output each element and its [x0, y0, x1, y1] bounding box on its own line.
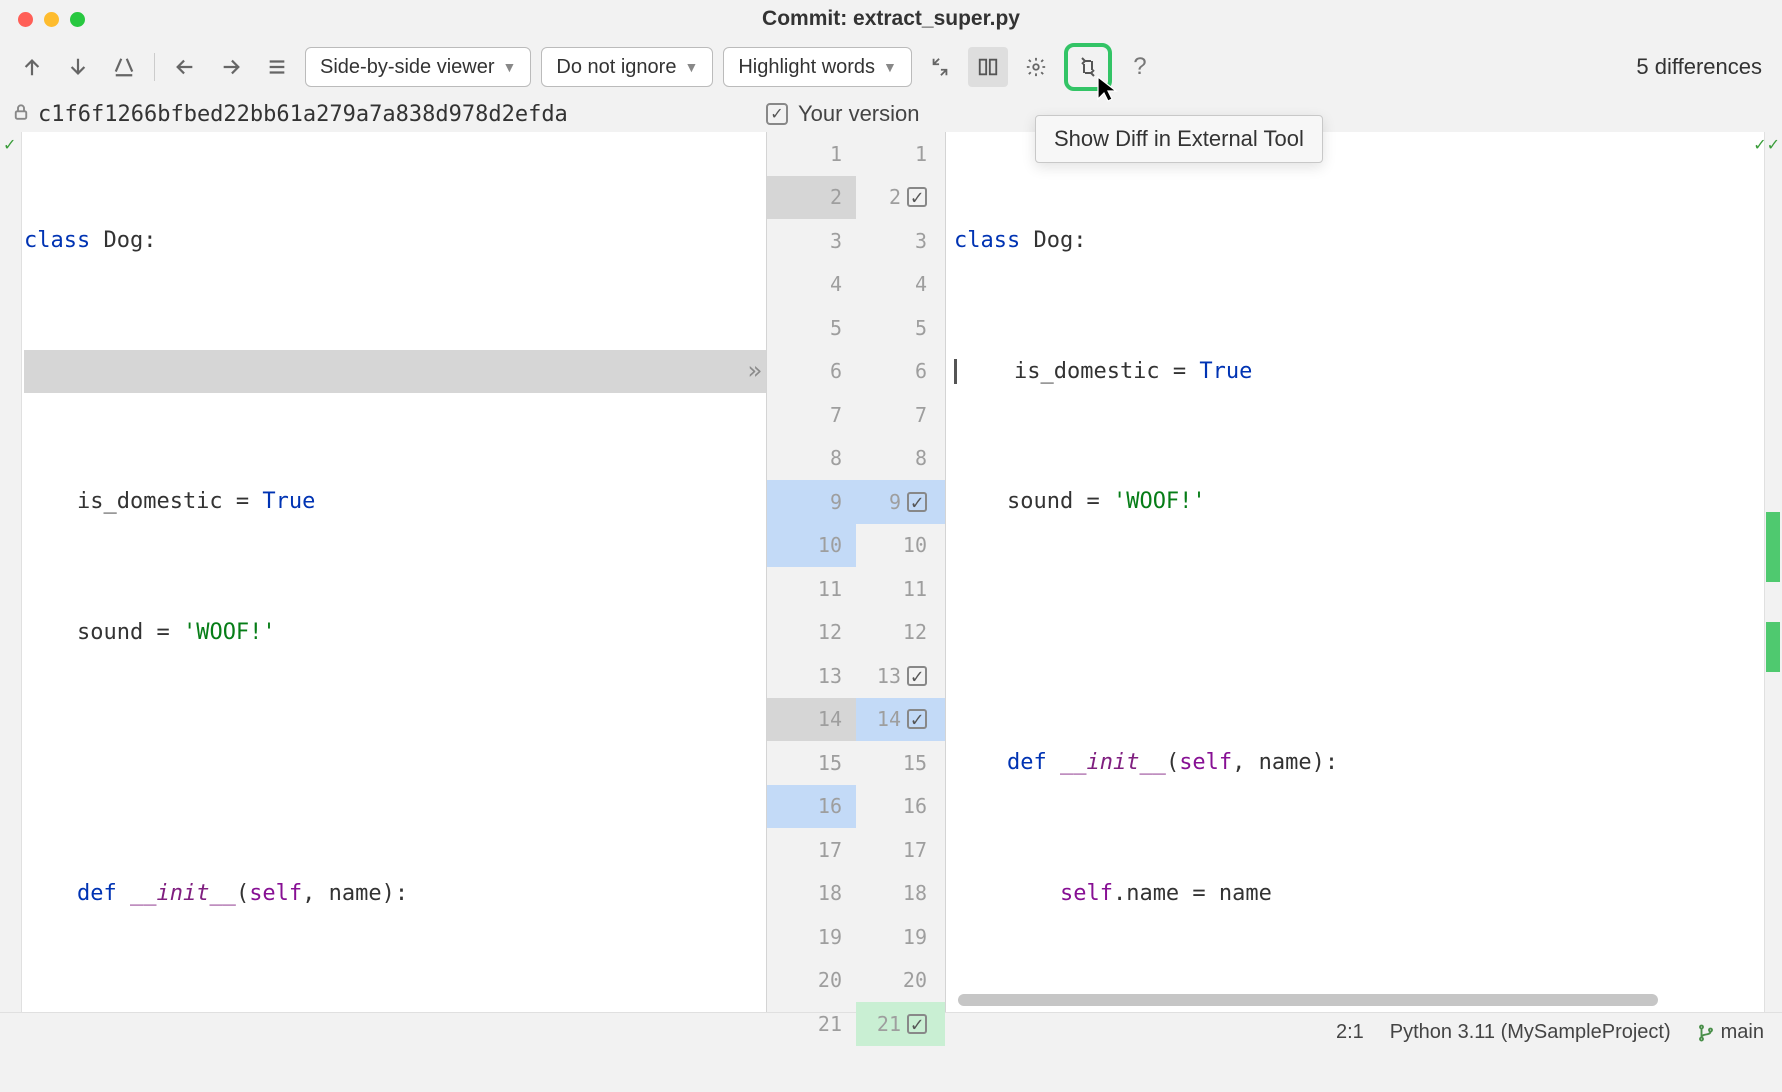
right-gutter[interactable]: 1 2✓ 3 4 5 6 7 8 9✓ 10 11 12 13✓ 14✓ 15 … [856, 132, 945, 1012]
left-gutter[interactable]: 1 2 3 4 5 6 7 8 9 10 11 12 13 14 15 16 1… [767, 132, 856, 1012]
compare-previous-file-button[interactable] [167, 49, 203, 85]
line-include-checkbox[interactable]: ✓ [907, 1014, 927, 1034]
caret-position[interactable]: 2:1 [1336, 1021, 1364, 1044]
commit-hash: c1f6f1266bfbed22bb61a279a7a838d978d2efda [38, 102, 568, 127]
settings-button[interactable] [1018, 49, 1054, 85]
external-diff-tool-button[interactable] [1064, 43, 1112, 91]
close-window-button[interactable] [18, 12, 33, 27]
highlight-label: Highlight words [738, 56, 875, 79]
lock-icon [12, 102, 30, 127]
sync-scroll-button[interactable] [968, 47, 1008, 87]
tooltip-external-diff: Show Diff in External Tool [1035, 115, 1323, 163]
highlight-mode-select[interactable]: Highlight words ▼ [723, 47, 912, 87]
include-file-checkbox[interactable]: ✓ [766, 103, 788, 125]
jump-to-source-button[interactable] [106, 49, 142, 85]
window-title: Commit: extract_super.py [0, 7, 1782, 31]
compare-next-file-button[interactable] [213, 49, 249, 85]
title-bar: Commit: extract_super.py [0, 0, 1782, 38]
line-include-checkbox[interactable]: ✓ [907, 187, 927, 207]
horizontal-scrollbar[interactable] [946, 994, 1764, 1008]
chevron-down-icon: ▼ [503, 59, 517, 75]
line-include-checkbox[interactable]: ✓ [907, 666, 927, 686]
python-interpreter[interactable]: Python 3.11 (MySampleProject) [1390, 1021, 1671, 1044]
revision-row: c1f6f1266bfbed22bb61a279a7a838d978d2efda… [0, 96, 1782, 132]
toolbar-separator [154, 53, 155, 81]
right-marker-strip[interactable]: ✓✓ [1764, 132, 1782, 1012]
ok-check-icon: ✓✓ [1753, 135, 1780, 155]
line-include-checkbox[interactable]: ✓ [907, 709, 927, 729]
left-code-pane[interactable]: class Dog: » is_domestic = True sound = … [22, 132, 766, 1012]
maximize-window-button[interactable] [70, 12, 85, 27]
previous-diff-button[interactable] [14, 49, 50, 85]
viewer-mode-select[interactable]: Side-by-side viewer ▼ [305, 47, 531, 87]
right-code-pane[interactable]: class Dog: is_domestic = True sound = 'W… [946, 132, 1764, 1012]
your-version-label: Your version [798, 101, 919, 127]
chevron-down-icon: ▼ [883, 59, 897, 75]
ignore-whitespace-select[interactable]: Do not ignore ▼ [541, 47, 713, 87]
diff-body: ✓ class Dog: » is_domestic = True sound … [0, 132, 1782, 1012]
left-marker-strip[interactable]: ✓ [0, 132, 22, 1012]
git-branch[interactable]: main [1697, 1021, 1764, 1044]
chevron-down-icon: ▼ [684, 59, 698, 75]
ok-check-icon: ✓ [3, 135, 16, 155]
ignore-label: Do not ignore [556, 56, 676, 79]
line-include-checkbox[interactable]: ✓ [907, 492, 927, 512]
line-number-gutters: 1 2 3 4 5 6 7 8 9 10 11 12 13 14 15 16 1… [767, 132, 945, 1012]
help-button[interactable]: ? [1122, 49, 1158, 85]
difference-count: 5 differences [1636, 54, 1768, 80]
minimize-window-button[interactable] [44, 12, 59, 27]
show-files-button[interactable] [259, 49, 295, 85]
traffic-lights [18, 12, 85, 27]
viewer-mode-label: Side-by-side viewer [320, 56, 495, 79]
next-diff-button[interactable] [60, 49, 96, 85]
apply-right-button[interactable]: » [748, 350, 762, 394]
diff-toolbar: Side-by-side viewer ▼ Do not ignore ▼ Hi… [0, 38, 1782, 96]
collapse-unchanged-button[interactable] [922, 49, 958, 85]
